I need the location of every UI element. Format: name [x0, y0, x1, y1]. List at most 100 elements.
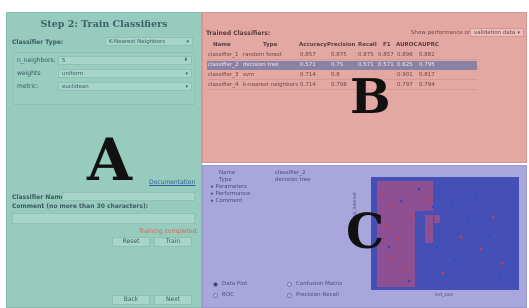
cell: 0.8 [331, 72, 340, 78]
column-header[interactable]: Precision [327, 42, 355, 48]
caret-right-icon: ▸ [211, 191, 214, 197]
cell: k-nearest neighbors [243, 82, 299, 88]
cell: classifier_4 [208, 82, 239, 88]
expander-label: Parameters [215, 184, 247, 190]
type-value: decision tree [275, 177, 311, 183]
cell: 0.875 [331, 52, 347, 58]
name-value: classifier_2 [275, 170, 306, 176]
weights-dropdown[interactable]: uniform ▾ [58, 69, 192, 78]
cell: 0.875 [358, 52, 374, 58]
column-header[interactable]: AUROC [396, 42, 418, 48]
column-header[interactable]: AUPRC [418, 42, 439, 48]
trained-classifiers-panel: Trained Classifiers: Show performance on… [202, 12, 527, 163]
cell: 0.901 [397, 72, 413, 78]
training-status: Training completed. [139, 228, 199, 235]
spinner-arrows-icon[interactable]: ⬍ [184, 57, 188, 63]
classifier-name-label: Classifier Name: [12, 194, 68, 201]
column-header[interactable]: Accuracy [299, 42, 327, 48]
expander-label: Performance [215, 191, 251, 197]
param-label: weights: [17, 70, 43, 77]
scatter-points [381, 187, 504, 283]
data-plot-radio[interactable] [213, 282, 218, 287]
table-row[interactable]: classifier_3 svm 0.714 0.8 0.901 0.817 [207, 71, 477, 80]
chevron-down-icon: ▾ [186, 39, 189, 45]
performance-expander[interactable]: ▸ Performance [211, 191, 250, 197]
column-header[interactable]: Type [263, 42, 277, 48]
param-value: euclidean [62, 84, 89, 90]
trained-classifiers-title: Trained Classifiers: [206, 30, 271, 37]
cell: 0.794 [419, 82, 435, 88]
classifier-name-input[interactable] [62, 192, 195, 201]
table-row-selected[interactable]: classifier_2 decision tree 0.571 0.75 0.… [207, 61, 477, 70]
train-button[interactable]: Train [154, 237, 192, 247]
cell: 0.714 [300, 72, 316, 78]
column-header[interactable]: F1 [383, 42, 391, 48]
roc-radio[interactable] [213, 293, 218, 298]
metric-dropdown[interactable]: euclidean ▾ [58, 82, 192, 91]
caret-right-icon: ▸ [211, 198, 214, 204]
cell: 0.795 [419, 62, 435, 68]
cell: 0.571 [358, 62, 374, 68]
cell: 0.75 [331, 62, 344, 68]
comment-input[interactable] [12, 213, 195, 224]
expander-label: Comment [215, 198, 243, 204]
roc-label[interactable]: ROC [222, 292, 234, 298]
table-header: Name Type Accuracy Precision Recall F1 A… [207, 41, 477, 50]
table-row[interactable]: classifier_4 k-nearest neighbors 0.714 0… [207, 81, 477, 90]
classifier-type-label: Classifier Type: [12, 39, 64, 46]
column-header[interactable]: Name [213, 42, 231, 48]
classifier-type-value: K-Nearest Neighbors [109, 39, 166, 45]
show-performance-label: Show performance on [411, 30, 472, 36]
name-label: Name [219, 170, 236, 176]
cell: 0.882 [419, 52, 435, 58]
type-label: Type [219, 177, 232, 183]
x-axis-label: ind_size [435, 293, 453, 298]
classifier-type-dropdown[interactable]: K-Nearest Neighbors ▾ [105, 37, 193, 46]
overlay-letter-a: A [87, 126, 133, 194]
precision-recall-label[interactable]: Precision-Recall [296, 292, 339, 298]
cell: 0.817 [419, 72, 435, 78]
param-label: n_neighbors: [17, 57, 56, 64]
performance-dataset-value: validation data [474, 30, 516, 36]
param-value: 5 [62, 58, 66, 64]
decision-region-plot [371, 177, 519, 290]
top-strip [0, 0, 529, 12]
chevron-down-icon: ▾ [185, 71, 188, 77]
n-neighbors-input[interactable]: 5 ⬍ [58, 56, 192, 65]
cell: classifier_2 [208, 62, 239, 68]
cell: 0.571 [300, 62, 316, 68]
param-label: metric: [17, 83, 39, 90]
cell: 0.625 [397, 62, 413, 68]
column-header[interactable]: Recall [358, 42, 377, 48]
chevron-down-icon: ▾ [517, 30, 520, 36]
overlay-letter-b: B [350, 69, 391, 125]
chevron-down-icon: ▾ [185, 84, 188, 90]
performance-dataset-dropdown[interactable]: validation data ▾ [470, 28, 524, 37]
cell: random forest [243, 52, 282, 58]
cell: 0.896 [397, 52, 413, 58]
confusion-matrix-label[interactable]: Confusion Matrix [296, 281, 342, 287]
next-button[interactable]: Next [154, 295, 192, 305]
table-row[interactable]: classifier_1 random forest 0.857 0.875 0… [207, 51, 477, 60]
parameters-expander[interactable]: ▸ Parameters [211, 184, 247, 190]
cell: classifier_1 [208, 52, 239, 58]
back-button[interactable]: Back [112, 295, 150, 305]
cell: 0.714 [300, 82, 316, 88]
param-value: uniform [62, 71, 84, 77]
data-plot-label[interactable]: Data Plot [222, 281, 247, 287]
cell: 0.708 [331, 82, 347, 88]
comment-expander[interactable]: ▸ Comment [211, 198, 242, 204]
train-classifiers-panel: Step 2: Train Classifiers Classifier Typ… [6, 12, 202, 308]
cell: classifier_3 [208, 72, 239, 78]
reset-button[interactable]: Reset [112, 237, 150, 247]
cell: 0.857 [378, 52, 394, 58]
cell: decision tree [243, 62, 279, 68]
confusion-matrix-radio[interactable] [287, 282, 292, 287]
parameters-box: n_neighbors: 5 ⬍ weights: uniform ▾ metr… [13, 52, 195, 105]
cell: 0.571 [378, 62, 394, 68]
overlay-letter-c: C [346, 204, 385, 260]
documentation-link[interactable]: Documentation [149, 179, 195, 186]
cell: 0.797 [397, 82, 413, 88]
classifier-detail-panel: Name classifier_2 Type decision tree ▸ P… [202, 165, 527, 308]
precision-recall-radio[interactable] [287, 293, 292, 298]
